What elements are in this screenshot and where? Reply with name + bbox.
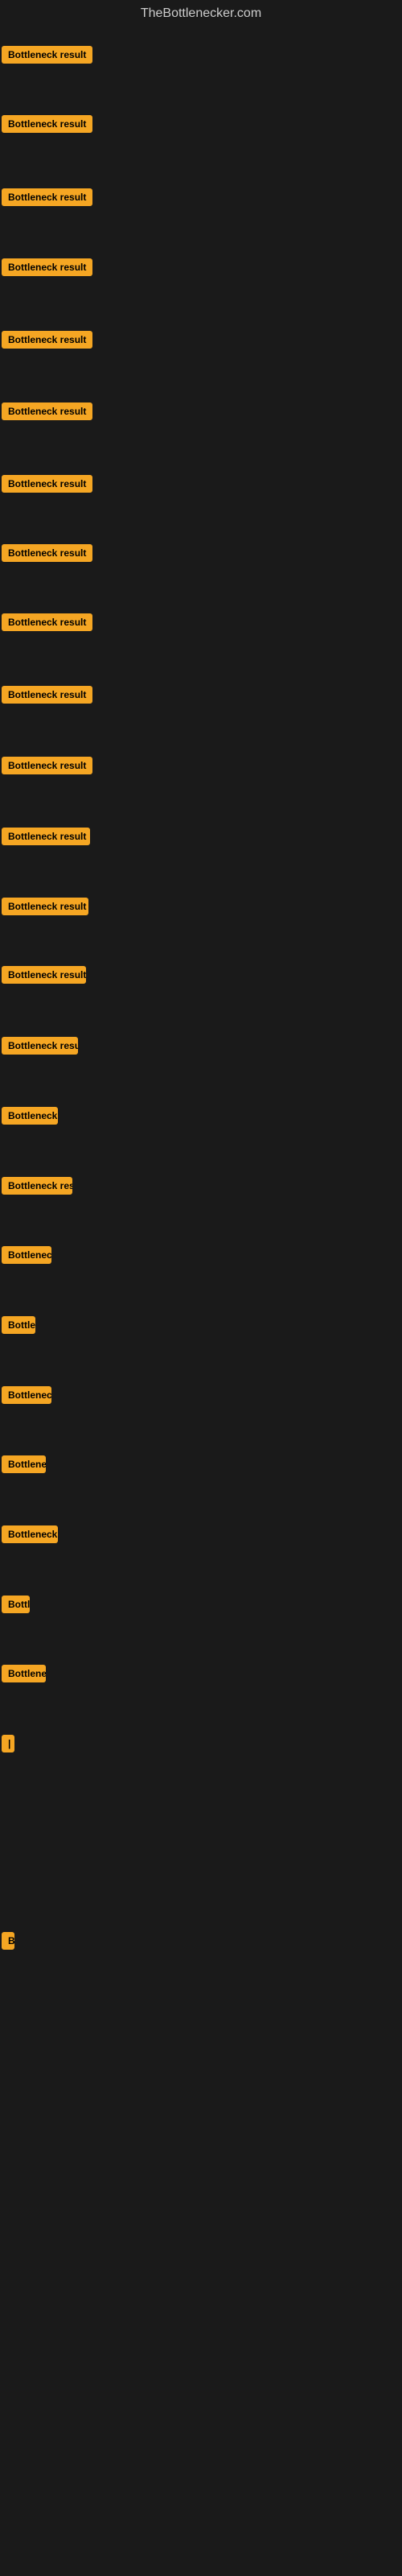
bottleneck-badge: Bottleneck res: [2, 1177, 72, 1195]
bottleneck-badge: |: [2, 1735, 14, 1752]
bottleneck-badge: Bottleneck result: [2, 115, 92, 133]
list-item[interactable]: Bottlene: [2, 1665, 46, 1686]
bottleneck-badge: Bottleneck result: [2, 331, 92, 349]
bottleneck-badge: Bottl: [2, 1596, 30, 1613]
bottleneck-badge: Bottlenec: [2, 1386, 51, 1404]
bottleneck-badge: Bottleneck result: [2, 686, 92, 704]
list-item[interactable]: Bottleneck result: [2, 686, 92, 708]
list-item[interactable]: B: [2, 1932, 14, 1954]
list-item[interactable]: Bottleneck result: [2, 402, 92, 424]
list-item[interactable]: Bottleneck result: [2, 613, 92, 635]
bottleneck-badge: Bottleneck result: [2, 544, 92, 562]
list-item[interactable]: Bottleneck result: [2, 544, 92, 566]
list-item[interactable]: Bottlene: [2, 1455, 46, 1477]
bottleneck-badge: Bottleneck result: [2, 757, 92, 774]
bottleneck-badge: Bottleneck result: [2, 828, 90, 845]
list-item[interactable]: Bottleneck result: [2, 757, 92, 778]
bottleneck-badge: Bottlenec: [2, 1246, 51, 1264]
site-title-text: TheBottlenecker.com: [141, 6, 261, 20]
bottleneck-badge: Bottleneck result: [2, 613, 92, 631]
bottleneck-badge: Bottleneck result: [2, 966, 86, 984]
list-item[interactable]: Bottleneck result: [2, 898, 88, 919]
bottleneck-badge: Bottleneck result: [2, 402, 92, 420]
list-item[interactable]: Bottle: [2, 1316, 35, 1338]
site-title: TheBottlenecker.com: [0, 0, 402, 27]
list-item[interactable]: |: [2, 1735, 14, 1757]
bottleneck-badge: Bottlene: [2, 1665, 46, 1682]
bottleneck-badge: Bottle: [2, 1316, 35, 1334]
list-item[interactable]: Bottleneck res: [2, 1177, 72, 1199]
bottleneck-badge: Bottleneck resu: [2, 1037, 78, 1055]
list-item[interactable]: Bottleneck result: [2, 828, 90, 849]
list-item[interactable]: Bottl: [2, 1596, 30, 1617]
bottleneck-badge: Bottlene: [2, 1455, 46, 1473]
list-item[interactable]: Bottleneck result: [2, 115, 92, 137]
bottleneck-badge: Bottleneck result: [2, 475, 92, 493]
bottleneck-badge: Bottleneck result: [2, 258, 92, 276]
list-item[interactable]: Bottleneck: [2, 1107, 58, 1129]
list-item[interactable]: Bottleneck result: [2, 46, 92, 68]
list-item[interactable]: Bottleneck result: [2, 258, 92, 280]
list-item[interactable]: Bottlenec: [2, 1246, 51, 1268]
bottleneck-badge: Bottleneck result: [2, 188, 92, 206]
bottleneck-badge: Bottleneck result: [2, 46, 92, 64]
bottleneck-badge: Bottleneck: [2, 1107, 58, 1125]
list-item[interactable]: Bottleneck result: [2, 966, 86, 988]
list-item[interactable]: Bottleneck: [2, 1525, 58, 1547]
bottleneck-badge: B: [2, 1932, 14, 1950]
list-item[interactable]: Bottleneck resu: [2, 1037, 78, 1059]
list-item[interactable]: Bottleneck result: [2, 475, 92, 497]
list-item[interactable]: Bottlenec: [2, 1386, 51, 1408]
list-item[interactable]: Bottleneck result: [2, 188, 92, 210]
bottleneck-badge: Bottleneck: [2, 1525, 58, 1543]
list-item[interactable]: Bottleneck result: [2, 331, 92, 353]
bottleneck-badge: Bottleneck result: [2, 898, 88, 915]
